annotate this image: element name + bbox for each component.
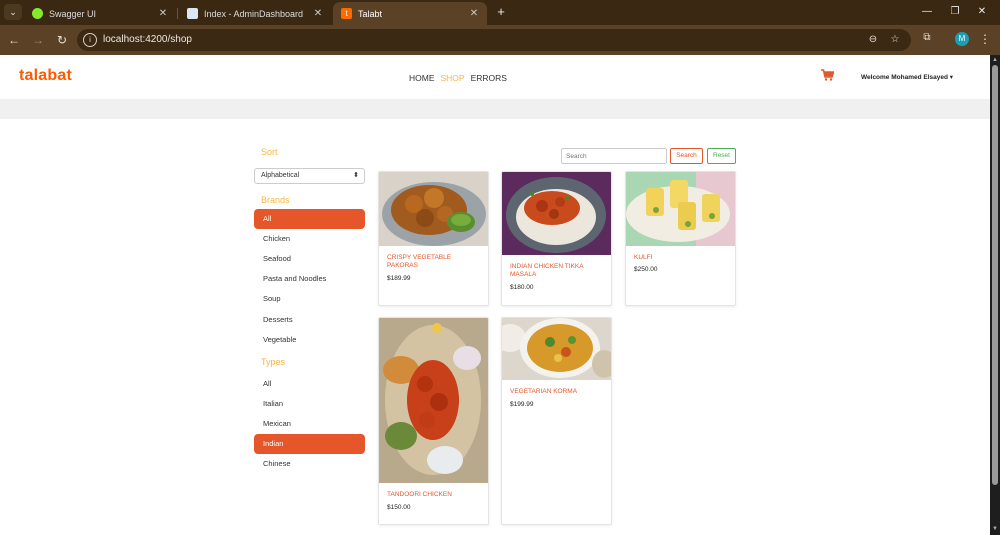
zoom-icon[interactable]: ⊖ [866, 33, 880, 47]
brand-item-soup[interactable]: Soup [254, 289, 365, 309]
page-viewport: talabat HOME SHOP ERRORS Welcome Mohamed… [0, 55, 990, 535]
browser-tab-talabt[interactable]: t Talabt ✕ [333, 2, 487, 25]
back-arrow-icon[interactable]: ← [6, 32, 22, 48]
type-item-all[interactable]: All [254, 374, 365, 394]
bookmark-star-icon[interactable]: ☆ [888, 33, 902, 47]
scroll-up-arrow-icon[interactable]: ▲ [991, 56, 999, 64]
product-image-tandoori-chicken[interactable] [379, 318, 488, 483]
brand-item-desserts[interactable]: Desserts [254, 310, 365, 330]
browser-toolbar: ← → ↻ i localhost:4200/shop ⊖ ☆ [0, 25, 1000, 55]
page-scrollbar[interactable]: ▲ ▼ [990, 55, 1000, 535]
product-name[interactable]: CRISPY VEGETABLE PAKORAS [387, 254, 477, 270]
sort-selected-value: Alphabetical [261, 172, 300, 179]
type-item-indian[interactable]: Indian [254, 434, 365, 454]
forward-arrow-icon[interactable]: → [30, 32, 46, 48]
swagger-favicon-icon [32, 8, 43, 19]
search-button[interactable]: Search [670, 148, 703, 164]
new-tab-plus-icon[interactable]: + [493, 4, 509, 20]
brand-item-chicken[interactable]: Chicken [254, 229, 365, 249]
talabat-favicon-icon: t [341, 8, 352, 19]
type-item-mexican[interactable]: Mexican [254, 414, 365, 434]
talabat-logo[interactable]: talabat [19, 67, 72, 85]
scrollbar-thumb[interactable] [992, 65, 998, 485]
product-name[interactable]: TANDOORI CHICKEN [387, 491, 477, 499]
type-item-italian[interactable]: Italian [254, 394, 365, 414]
header-spacer [0, 99, 990, 119]
brand-item-vegetable[interactable]: Vegetable [254, 330, 365, 350]
type-item-chinese[interactable]: Chinese [254, 454, 365, 474]
site-header: talabat HOME SHOP ERRORS Welcome Mohamed… [0, 55, 990, 99]
tab-title: Index - AdminDashboard [204, 8, 304, 19]
product-image-vegetarian-korma[interactable] [502, 318, 611, 380]
nav-shop[interactable]: SHOP [441, 73, 465, 83]
product-price: $150.00 [387, 504, 411, 511]
sort-select[interactable]: Alphabetical ⬍ [254, 168, 365, 184]
browser-tab-admin-dashboard[interactable]: Index - AdminDashboard ✕ [179, 2, 331, 25]
nav-home[interactable]: HOME [409, 73, 435, 83]
product-price: $189.99 [387, 275, 411, 282]
product-price: $250.00 [634, 266, 658, 273]
brands-heading: Brands [261, 195, 290, 205]
product-image-pakoras[interactable] [379, 172, 488, 246]
product-image-kulfi[interactable] [626, 172, 735, 246]
types-heading: Types [261, 357, 286, 367]
page-favicon-icon [187, 8, 198, 19]
product-name[interactable]: VEGETARIAN KORMA [510, 388, 600, 396]
product-price: $180.00 [510, 284, 534, 291]
address-bar[interactable]: i localhost:4200/shop ⊖ ☆ [77, 29, 911, 51]
browser-tab-strip: ⌄ Swagger UI ✕ Index - AdminDashboard ✕ … [0, 0, 1000, 25]
close-tab-icon[interactable]: ✕ [311, 8, 325, 19]
product-name[interactable]: INDIAN CHICKEN TIKKA MASALA [510, 263, 600, 279]
shopping-cart-icon[interactable] [821, 69, 834, 81]
sort-heading: Sort [261, 147, 278, 157]
brand-item-all[interactable]: All [254, 209, 365, 229]
scroll-down-arrow-icon[interactable]: ▼ [991, 525, 999, 533]
shop-main [0, 119, 990, 535]
profile-avatar[interactable]: M [955, 32, 969, 46]
browser-tab-swagger[interactable]: Swagger UI ✕ [24, 2, 176, 25]
tab-separator [177, 8, 178, 19]
reset-button[interactable]: Reset [707, 148, 736, 164]
brand-item-pasta-and-noodles[interactable]: Pasta and Noodles [254, 269, 365, 289]
product-card[interactable]: CRISPY VEGETABLE PAKORAS $189.99 [378, 171, 489, 306]
browser-menu-icon[interactable]: ⋮ [979, 32, 991, 46]
nav-errors[interactable]: ERRORS [471, 73, 507, 83]
minimize-icon[interactable]: — [917, 4, 937, 20]
tab-title: Swagger UI [49, 8, 97, 19]
tab-search-chevron-icon[interactable]: ⌄ [4, 4, 22, 20]
close-tab-icon[interactable]: ✕ [467, 8, 481, 19]
product-card[interactable]: KULFI $250.00 [625, 171, 736, 306]
reload-icon[interactable]: ↻ [54, 32, 70, 48]
address-url[interactable]: localhost:4200/shop [103, 34, 192, 45]
close-tab-icon[interactable]: ✕ [156, 8, 170, 19]
product-card[interactable]: VEGETARIAN KORMA $199.99 [501, 317, 612, 525]
extensions-icon[interactable]: ⧉ [920, 32, 934, 46]
product-card[interactable]: INDIAN CHICKEN TIKKA MASALA $180.00 [501, 171, 612, 306]
product-card[interactable]: TANDOORI CHICKEN $150.00 [378, 317, 489, 525]
brand-item-seafood[interactable]: Seafood [254, 249, 365, 269]
product-name[interactable]: KULFI [634, 254, 724, 262]
product-image-chicken-tikka-masala[interactable] [502, 172, 611, 255]
main-nav: HOME SHOP ERRORS [409, 73, 507, 83]
select-arrows-icon: ⬍ [353, 172, 359, 179]
site-info-icon[interactable]: i [83, 33, 97, 47]
search-input[interactable] [561, 148, 667, 164]
restore-icon[interactable]: ❐ [945, 4, 965, 20]
product-price: $199.99 [510, 401, 534, 408]
window-close-icon[interactable]: ✕ [972, 4, 992, 20]
tab-title: Talabt [358, 8, 383, 19]
user-welcome-dropdown[interactable]: Welcome Mohamed Elsayed ▾ [861, 73, 953, 81]
